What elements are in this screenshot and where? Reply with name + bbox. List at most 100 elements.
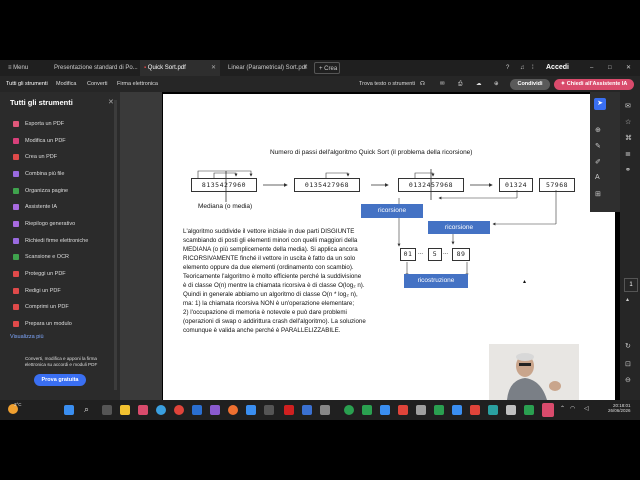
toolbar-converti[interactable]: Converti xyxy=(87,76,107,92)
app-icon[interactable] xyxy=(320,405,330,415)
sidebar-item-protect[interactable]: Proteggi un PDF xyxy=(13,268,66,280)
task-view-icon[interactable] xyxy=(102,405,112,415)
menu-button[interactable]: ≡ Menu xyxy=(4,60,44,76)
attachment-icon[interactable]: ⌘ xyxy=(625,134,632,142)
zoom-in-icon[interactable]: ⊕ xyxy=(595,126,601,134)
tab-label: Quick Sort.pdf xyxy=(147,65,186,71)
text-tool-icon[interactable]: A xyxy=(595,174,600,181)
cloud-icon[interactable]: ☁ xyxy=(476,76,482,92)
app-icon[interactable] xyxy=(506,405,516,415)
tab-quick-sort[interactable]: ▪ Quick Sort.pdf ✕ xyxy=(140,60,220,76)
free-trial-button[interactable]: Prova gratuita xyxy=(34,374,86,386)
sidebar-item-ai-assistant[interactable]: Assistente IA xyxy=(13,201,57,213)
search-icon[interactable]: ⌕ xyxy=(84,404,89,415)
toolbar-all-tools[interactable]: Tutti gli strumenti xyxy=(6,76,48,92)
select-tool-icon[interactable]: ➤ xyxy=(594,98,606,110)
layers-icon[interactable]: ≣ xyxy=(625,150,631,158)
tab-linear-sort[interactable]: Linear (Parametrical) Sort.pdf ✕ xyxy=(224,60,312,76)
sidebar-item-redact[interactable]: Redigi un PDF xyxy=(13,285,61,297)
stamp-icon[interactable]: ⊞ xyxy=(595,190,601,198)
app-icon[interactable] xyxy=(362,405,372,415)
paragraph-line: MEDIANA (o più semplicemente della media… xyxy=(183,246,358,253)
clock[interactable]: 20:18:01 26/06/2026 xyxy=(608,403,631,413)
app-icon[interactable] xyxy=(470,405,480,415)
bell-icon[interactable]: ♫ xyxy=(516,60,528,76)
sign-icon xyxy=(13,237,19,244)
maximize-icon[interactable]: □ xyxy=(604,60,616,76)
apps-icon[interactable]: ⁞ xyxy=(528,60,540,76)
draw-icon[interactable]: ✐ xyxy=(595,158,601,166)
organize-icon xyxy=(13,187,19,194)
windows-start-icon[interactable] xyxy=(64,405,74,415)
rotate-icon[interactable]: ↻ xyxy=(625,342,631,350)
app-icon[interactable] xyxy=(416,405,426,415)
mail-icon[interactable]: ✉ xyxy=(440,76,445,92)
headphones-icon[interactable]: ☊ xyxy=(420,76,425,92)
show-all-link[interactable]: Visualizza più xyxy=(10,334,44,340)
app-icon[interactable] xyxy=(302,405,312,415)
help-icon[interactable]: ? xyxy=(502,60,514,76)
comment-icon[interactable]: ✉ xyxy=(625,102,631,110)
volume-icon[interactable]: ◁ xyxy=(584,405,589,412)
word-icon[interactable] xyxy=(192,405,202,415)
tab-presentazione[interactable]: Presentazione standard di Po... xyxy=(50,60,138,76)
file-explorer-icon[interactable] xyxy=(120,405,130,415)
sidebar-item-edit[interactable]: Modifica un PDF xyxy=(13,135,66,147)
link-icon[interactable]: ⚭ xyxy=(625,166,631,174)
page-number[interactable]: 1 xyxy=(624,278,638,292)
sidebar-item-scan[interactable]: Scansione e OCR xyxy=(13,251,69,263)
minimize-icon[interactable]: – xyxy=(586,60,598,76)
webcam-overlay xyxy=(489,344,579,400)
sidebar-item-export[interactable]: Esporta un PDF xyxy=(13,118,64,130)
fit-page-icon[interactable]: ⊡ xyxy=(625,360,631,368)
sidebar-item-compress[interactable]: Comprimi un PDF xyxy=(13,301,69,313)
zoom-out-icon[interactable]: ⊖ xyxy=(625,376,631,384)
form-icon xyxy=(13,320,19,327)
app-icon[interactable] xyxy=(264,405,274,415)
app-icon[interactable] xyxy=(210,405,220,415)
sidebar-item-summary[interactable]: Riepilogo generativo xyxy=(13,218,75,230)
close-panel-icon[interactable]: ✕ xyxy=(108,98,114,106)
app-icon[interactable] xyxy=(488,405,498,415)
app-icon[interactable] xyxy=(246,405,256,415)
app-icon[interactable] xyxy=(434,405,444,415)
find-tools-input[interactable]: Trova testo o strumenti xyxy=(359,76,415,92)
new-tab-button[interactable]: + Crea xyxy=(314,62,340,74)
sidebar-item-request-sign[interactable]: Richiedi firme elettroniche xyxy=(13,235,88,247)
edge-icon[interactable] xyxy=(156,405,166,415)
bookmark-icon[interactable]: ☆ xyxy=(625,118,631,126)
close-window-icon[interactable]: ✕ xyxy=(622,60,634,76)
app-icon[interactable] xyxy=(524,405,534,415)
paragraph-line: elemento oppure da due elementi (ordinam… xyxy=(183,264,354,271)
paragraph-line: Teoricamente l'algoritmo è molto efficie… xyxy=(183,273,362,280)
toolbar-firma[interactable]: Firma elettronica xyxy=(117,76,158,92)
app-icon[interactable] xyxy=(380,405,390,415)
app-icon[interactable] xyxy=(452,405,462,415)
whatsapp-icon[interactable] xyxy=(344,405,354,415)
zoom-icon[interactable]: ⊕ xyxy=(494,76,499,92)
share-button[interactable]: Condividi xyxy=(510,79,550,90)
wifi-icon[interactable]: ◠ xyxy=(570,405,575,412)
sidebar-item-create[interactable]: Crea un PDF xyxy=(13,151,57,163)
annotate-icon[interactable]: ✎ xyxy=(595,142,601,150)
microphone-icon[interactable] xyxy=(542,403,554,417)
tray-chevron-icon[interactable]: ⌃ xyxy=(560,405,565,412)
paragraph-line: comunque è valida anche perché è PARALLE… xyxy=(183,327,341,334)
close-tab-icon[interactable]: ✕ xyxy=(303,60,308,76)
firefox-icon[interactable] xyxy=(228,405,238,415)
sidebar-item-form[interactable]: Prepara un modulo xyxy=(13,318,72,330)
sidebar-item-combine[interactable]: Combina più file xyxy=(13,168,64,180)
toolbar-modifica[interactable]: Modifica xyxy=(56,76,76,92)
print-icon[interactable]: ⎙ xyxy=(458,76,462,92)
store-icon[interactable] xyxy=(138,405,148,415)
sidebar-item-organize[interactable]: Organizza pagine xyxy=(13,185,68,197)
close-tab-icon[interactable]: ✕ xyxy=(211,60,216,76)
page-up-icon[interactable]: ▴ xyxy=(626,296,629,303)
ai-assistant-button[interactable]: ✦ Chiedi all'Assistente IA xyxy=(554,79,634,90)
signin-button[interactable]: Accedi xyxy=(542,60,572,76)
sidebar-item-label: Redigi un PDF xyxy=(25,288,61,294)
app-icon[interactable] xyxy=(398,405,408,415)
sidebar-scrollbar[interactable] xyxy=(114,100,117,390)
acrobat-icon[interactable] xyxy=(284,405,294,415)
chrome-icon[interactable] xyxy=(174,405,184,415)
